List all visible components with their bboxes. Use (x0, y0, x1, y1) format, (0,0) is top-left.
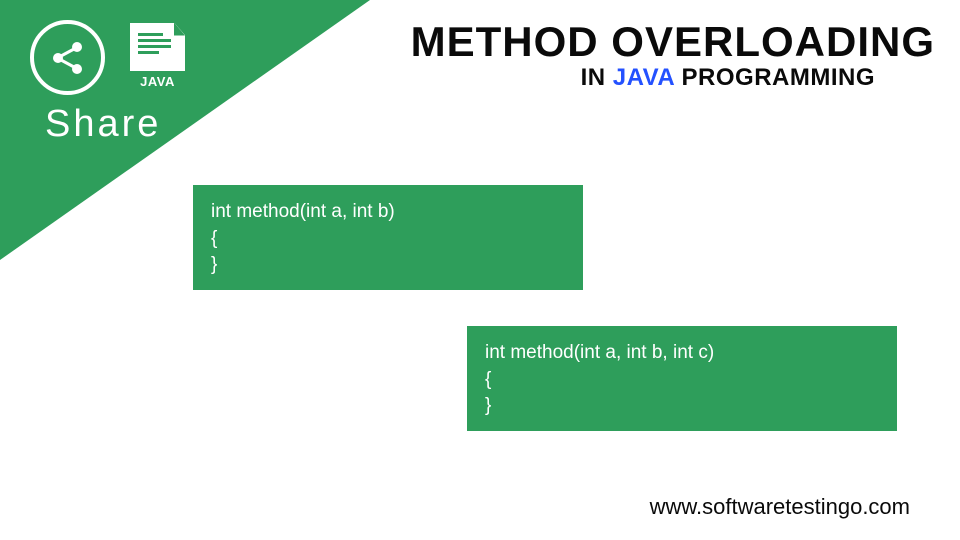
code-line: { (485, 367, 877, 394)
subtitle-suffix: PROGRAMMING (674, 64, 875, 91)
header: METHOD OVERLOADING IN JAVA PROGRAMMING (411, 18, 935, 92)
footer-url: www.softwaretestingo.com (650, 494, 910, 520)
share-icon (30, 20, 105, 95)
code-line: } (485, 393, 877, 420)
java-badge-text: JAVA (140, 74, 175, 89)
share-section: JAVA Share (30, 20, 185, 146)
icon-row: JAVA (30, 20, 185, 95)
subtitle-prefix: IN (581, 64, 613, 91)
code-line: int method(int a, int b, int c) (485, 340, 877, 367)
subtitle-java: JAVA (613, 64, 675, 91)
code-example-2: int method(int a, int b, int c) { } (467, 326, 897, 431)
page-subtitle: IN JAVA PROGRAMMING (521, 64, 935, 92)
page-title: METHOD OVERLOADING (411, 18, 935, 66)
java-file-icon: JAVA (130, 23, 185, 93)
share-label: Share (45, 103, 161, 146)
